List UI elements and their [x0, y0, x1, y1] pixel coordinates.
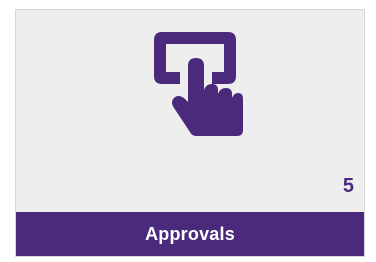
tile-footer: Approvals — [16, 212, 364, 256]
touch-screen-tap-icon — [148, 20, 244, 140]
approvals-count: 5 — [342, 175, 354, 197]
approvals-tile[interactable]: 5 Approvals — [15, 9, 365, 257]
tile-label: Approvals — [145, 223, 235, 244]
